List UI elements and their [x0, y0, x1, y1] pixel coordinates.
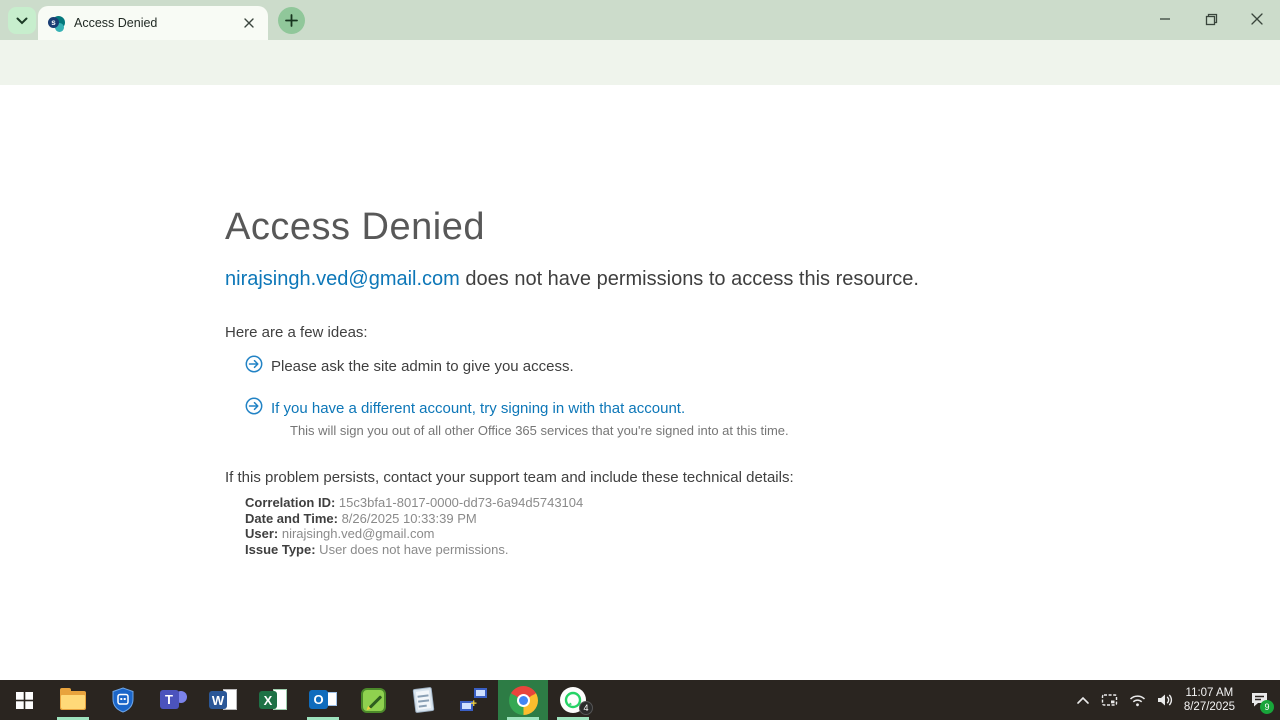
arrow-circle-icon [245, 397, 263, 420]
taskbar-teams[interactable]: T [148, 680, 198, 720]
plus-icon [285, 14, 298, 27]
tab-title: Access Denied [74, 16, 240, 30]
taskbar-chat-app[interactable]: 4 [548, 680, 598, 720]
tray-chevron-up-icon[interactable] [1076, 696, 1090, 705]
taskbar-notepad[interactable] [398, 680, 448, 720]
taskbar-security-app[interactable] [98, 680, 148, 720]
taskbar-word[interactable]: W [198, 680, 248, 720]
chat-unread-badge: 4 [579, 701, 593, 715]
close-window-button[interactable] [1234, 0, 1280, 38]
excel-icon: X [259, 688, 287, 712]
idea-item-different-account: If you have a different account, try sig… [245, 397, 960, 420]
outlook-icon: O [309, 688, 337, 712]
security-shield-icon [111, 687, 135, 713]
start-button[interactable] [0, 680, 48, 720]
sharepoint-favicon-icon: s [48, 15, 65, 32]
clock-time: 11:07 AM [1184, 686, 1235, 700]
taskbar-greenshot[interactable] [348, 680, 398, 720]
taskbar-file-explorer[interactable] [48, 680, 98, 720]
tab-search-button[interactable] [8, 7, 36, 34]
greenshot-icon [361, 688, 386, 713]
detail-row-correlation-id: Correlation ID: 15c3bfa1-8017-0000-dd73-… [245, 495, 960, 511]
tab-close-icon[interactable] [240, 14, 258, 32]
notification-count-badge: 9 [1260, 700, 1274, 714]
restore-button[interactable] [1188, 0, 1234, 38]
tray-display-icon[interactable] [1101, 693, 1118, 707]
taskbar-chrome[interactable] [498, 680, 548, 720]
sign-in-different-account-link[interactable]: If you have a different account, try sig… [271, 400, 685, 417]
browser-tab-strip: s Access Denied [0, 0, 1280, 40]
chevron-down-icon [16, 12, 28, 30]
support-message: If this problem persists, contact your s… [225, 469, 960, 486]
idea-item-ask-admin: Please ask the site admin to give you ac… [245, 355, 960, 378]
taskbar-excel[interactable]: X [248, 680, 298, 720]
detail-row-user: User: nirajsingh.ved@gmail.com [245, 526, 960, 542]
new-tab-button[interactable] [278, 7, 305, 34]
teams-icon: T [160, 687, 187, 713]
system-tray: 11:07 AM 8/27/2025 9 [1076, 680, 1280, 720]
arrow-circle-icon [245, 355, 263, 378]
taskbar-remote-desktop[interactable]: + [448, 680, 498, 720]
browser-toolbar: onedrive.live.com/personal/22a168368950c… [0, 40, 1280, 85]
detail-row-issue-type: Issue Type: User does not have permissio… [245, 542, 960, 558]
page-content: Access Denied nirajsingh.ved@gmail.com d… [0, 85, 1280, 678]
technical-details: Correlation ID: 15c3bfa1-8017-0000-dd73-… [245, 495, 960, 557]
window-controls [1142, 0, 1280, 38]
denied-message: nirajsingh.ved@gmail.com does not have p… [225, 268, 960, 291]
word-icon: W [209, 688, 237, 712]
tray-wifi-icon[interactable] [1129, 694, 1146, 707]
page-title: Access Denied [225, 205, 960, 249]
detail-row-date-time: Date and Time: 8/26/2025 10:33:39 PM [245, 511, 960, 527]
user-email-link[interactable]: nirajsingh.ved@gmail.com [225, 268, 460, 290]
tray-volume-icon[interactable] [1157, 693, 1173, 707]
minimize-button[interactable] [1142, 0, 1188, 38]
action-center-button[interactable]: 9 [1246, 687, 1272, 713]
idea-ask-admin-text: Please ask the site admin to give you ac… [271, 358, 574, 375]
ideas-heading: Here are a few ideas: [225, 324, 960, 341]
file-explorer-icon [60, 691, 86, 710]
taskbar-clock[interactable]: 11:07 AM 8/27/2025 [1184, 686, 1235, 714]
windows-taskbar: T W X O + [0, 680, 1280, 720]
chrome-icon [509, 686, 538, 715]
notepad-icon [412, 687, 434, 713]
remote-desktop-icon: + [460, 688, 487, 713]
clock-date: 8/27/2025 [1184, 700, 1235, 714]
windows-logo-icon [16, 692, 33, 709]
sign-out-note: This will sign you out of all other Offi… [290, 423, 960, 438]
browser-tab-access-denied[interactable]: s Access Denied [38, 6, 268, 40]
taskbar-outlook[interactable]: O [298, 680, 348, 720]
